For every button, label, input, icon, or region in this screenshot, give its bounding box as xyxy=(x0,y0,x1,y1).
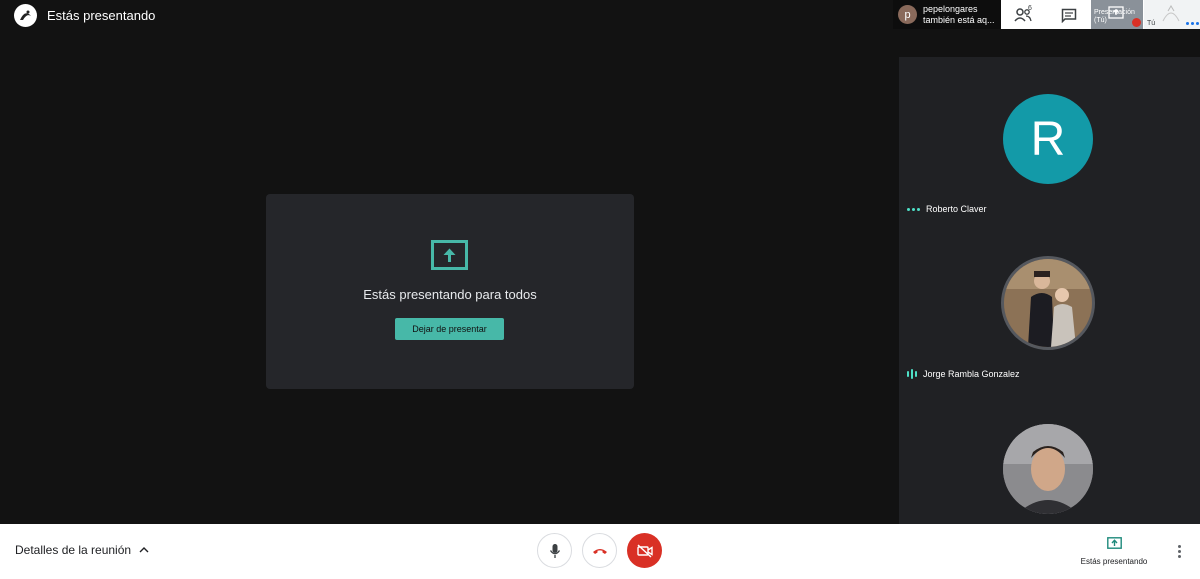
bottom-bar: Detalles de la reunión Estás presentando xyxy=(0,524,1200,579)
microphone-button[interactable] xyxy=(537,533,572,568)
chat-icon[interactable] xyxy=(1058,5,1080,25)
presentation-thumbnail-label: Presentación (Tú) xyxy=(1094,9,1135,25)
participants-panel: R Roberto Claver Jorge Rambla Gonzalez xyxy=(899,57,1200,524)
participant-name: Jorge Rambla Gonzalez xyxy=(923,369,1020,379)
presenting-message: Estás presentando para todos xyxy=(363,287,537,302)
notification-message: también está aq... xyxy=(923,14,995,25)
page-title: Estás presentando xyxy=(47,7,156,23)
presentation-label-line1: Presentación xyxy=(1094,9,1135,16)
present-screen-icon xyxy=(1106,537,1122,549)
meeting-details-button[interactable]: Detalles de la reunión xyxy=(15,543,149,557)
hang-up-icon xyxy=(592,548,607,554)
audio-level-icon xyxy=(907,369,917,379)
participant-name: Roberto Claver xyxy=(926,204,987,214)
meeting-details-label: Detalles de la reunión xyxy=(15,543,132,557)
presenting-status-label: Estás presentando xyxy=(1080,557,1148,566)
presenting-card: Estás presentando para todos Dejar de pr… xyxy=(266,194,634,389)
account-logo[interactable] xyxy=(14,3,37,27)
participant-photo xyxy=(1003,424,1093,514)
participant-avatar: R xyxy=(1003,94,1093,184)
mic-off-icon xyxy=(1132,18,1141,27)
people-count-badge: 6 xyxy=(1028,5,1032,12)
top-header: Estás presentando xyxy=(14,3,155,27)
present-screen-icon xyxy=(431,240,468,270)
participant-photo xyxy=(1001,256,1095,350)
more-options-dots-icon[interactable] xyxy=(1186,22,1199,25)
self-thumbnail-label: Tú xyxy=(1147,20,1156,27)
presenting-status-button[interactable]: Estás presentando xyxy=(1071,536,1157,566)
camera-off-icon xyxy=(636,543,653,558)
chevron-up-icon xyxy=(139,547,149,553)
leave-call-button[interactable] xyxy=(582,533,617,568)
more-options-icon[interactable] xyxy=(1172,542,1186,560)
notification-text: pepelongares también está aq... xyxy=(923,4,995,26)
camera-off-button[interactable] xyxy=(627,533,662,568)
presentation-thumbnail[interactable]: Presentación (Tú) xyxy=(1091,0,1143,29)
stop-presenting-button[interactable]: Dejar de presentar xyxy=(395,318,504,340)
participant-name-row: Roberto Claver xyxy=(907,204,987,214)
participant-name-row: Jorge Rambla Gonzalez xyxy=(907,369,1020,379)
self-thumbnail[interactable]: Tú xyxy=(1144,0,1200,29)
microphone-icon xyxy=(549,543,560,558)
join-notification[interactable]: p pepelongares también está aq... xyxy=(893,0,1001,29)
presentation-label-line2: (Tú) xyxy=(1094,17,1107,24)
notification-avatar: p xyxy=(898,5,917,24)
speaking-dots-icon xyxy=(907,207,920,211)
notification-name: pepelongares xyxy=(923,3,978,14)
